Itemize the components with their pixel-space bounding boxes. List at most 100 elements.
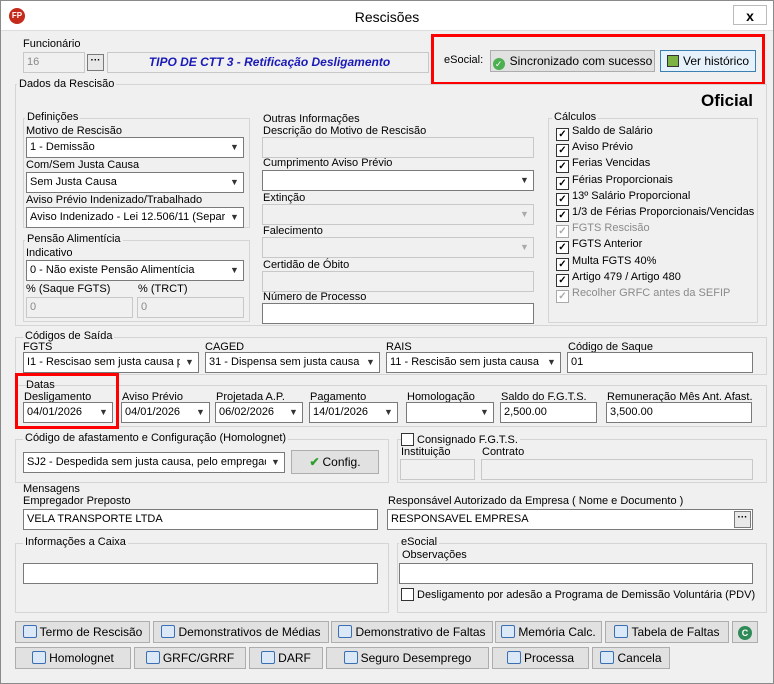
- refresh-button[interactable]: C: [732, 621, 758, 643]
- calculo-checkbox[interactable]: ✓ Férias Proporcionais: [556, 174, 673, 190]
- fgts-code-select[interactable]: I1 - Rescisao sem justa causa po ▼: [23, 352, 199, 373]
- processo-input[interactable]: [262, 303, 534, 324]
- caged-select[interactable]: 31 - Dispensa sem justa causa ▼: [205, 352, 380, 373]
- desligamento-value: 04/01/2026: [27, 406, 83, 418]
- instituicao-input[interactable]: [400, 459, 475, 480]
- chevron-down-icon: ▼: [271, 457, 280, 467]
- chevron-down-icon: ▼: [520, 209, 529, 219]
- refresh-icon: C: [738, 626, 752, 640]
- aviso-indenizado-select[interactable]: Aviso Indenizado - Lei 12.506/11 (Separ ▼: [26, 207, 244, 228]
- funcionario-lookup-button[interactable]: ···: [87, 54, 104, 71]
- saldo-fgts-input[interactable]: 2,500.00: [500, 402, 597, 423]
- extincao-select[interactable]: ▼: [262, 204, 534, 225]
- action-button[interactable]: Homolognet: [15, 647, 131, 669]
- funcionario-code-input[interactable]: 16: [23, 52, 85, 73]
- desligamento-date[interactable]: 04/01/2026 ▼: [23, 402, 113, 423]
- action-button[interactable]: Memória Calc.: [495, 621, 602, 643]
- chevron-down-icon: ▼: [547, 357, 556, 367]
- certidao-input[interactable]: [262, 271, 534, 292]
- action-button[interactable]: Demonstrativo de Faltas: [331, 621, 493, 643]
- consignado-checkbox-box[interactable]: [401, 433, 414, 446]
- pagamento-date[interactable]: 14/01/2026 ▼: [309, 402, 398, 423]
- esocial-sync-button[interactable]: ✓ Sincronizado com sucesso: [490, 50, 655, 72]
- checkbox-box[interactable]: ✓: [556, 273, 569, 287]
- pdv-checkbox[interactable]: Desligamento por adesão a Programa de De…: [401, 588, 755, 601]
- action-button[interactable]: Seguro Desemprego: [326, 647, 489, 669]
- checkbox-box[interactable]: ✓: [556, 144, 569, 158]
- responsavel-input[interactable]: RESPONSAVEL EMPRESA: [387, 509, 753, 530]
- action-button-label: Processa: [523, 651, 575, 665]
- justa-causa-value: Sem Justa Causa: [30, 176, 117, 188]
- config-button[interactable]: ✔ Config.: [291, 450, 379, 474]
- calculo-label: 13º Salário Proporcional: [572, 189, 691, 202]
- calculo-checkbox[interactable]: ✓ Recolher GRFC antes da SEFIP: [556, 287, 730, 303]
- motivo-select[interactable]: 1 - Demissão ▼: [26, 137, 244, 158]
- ver-historico-button[interactable]: Ver histórico: [660, 50, 756, 72]
- esocial-label: eSocial:: [444, 54, 484, 66]
- sync-button-label: Sincronizado com sucesso: [509, 54, 653, 68]
- aviso-indenizado-value: Aviso Indenizado - Lei 12.506/11 (Separ: [30, 211, 225, 223]
- afastamento-select[interactable]: SJ2 - Despedida sem justa causa, pelo em…: [23, 452, 285, 473]
- indicativo-select[interactable]: 0 - Não existe Pensão Alimentícia ▼: [26, 260, 244, 281]
- cumprimento-select[interactable]: ▼: [262, 170, 534, 191]
- pdv-checkbox-box[interactable]: [401, 588, 414, 601]
- checkbox-box[interactable]: ✓: [556, 257, 569, 271]
- preposto-input[interactable]: VELA TRANSPORTE LTDA: [23, 509, 378, 530]
- remuneracao-input[interactable]: 3,500.00: [606, 402, 752, 423]
- chevron-down-icon: ▼: [230, 212, 239, 222]
- funcionario-label: Funcionário: [23, 38, 81, 50]
- close-button[interactable]: x: [733, 5, 767, 25]
- save-icon: [32, 651, 47, 664]
- action-button-label: Tabela de Faltas: [631, 625, 720, 639]
- aviso-date[interactable]: 04/01/2026 ▼: [121, 402, 210, 423]
- calculo-checkbox[interactable]: ✓ Multa FGTS 40%: [556, 255, 656, 271]
- action-button[interactable]: DARF: [249, 647, 323, 669]
- calculo-checkbox[interactable]: ✓ Saldo de Salário: [556, 125, 653, 141]
- action-button[interactable]: Demonstrativos de Médias: [153, 621, 329, 643]
- trct-input[interactable]: 0: [137, 297, 244, 318]
- action-button[interactable]: Cancela: [592, 647, 670, 669]
- checkbox-box[interactable]: ✓: [556, 160, 569, 174]
- calculo-checkbox[interactable]: ✓ FGTS Anterior: [556, 238, 642, 255]
- projetada-date[interactable]: 06/02/2026 ▼: [215, 402, 303, 423]
- observacoes-input[interactable]: [399, 563, 753, 584]
- falecimento-select[interactable]: ▼: [262, 237, 534, 258]
- calculo-checkbox[interactable]: ✓ Ferias Vencidas: [556, 157, 650, 174]
- checkbox-box[interactable]: ✓: [556, 209, 569, 222]
- calculo-label: Férias Proporcionais: [572, 173, 673, 186]
- calculo-label: 1/3 de Férias Proporcionais/Vencidas: [572, 206, 755, 218]
- checkbox-box[interactable]: ✓: [556, 290, 569, 303]
- calculo-checkbox[interactable]: ✓ Artigo 479 / Artigo 480: [556, 271, 681, 287]
- action-button[interactable]: Processa: [492, 647, 589, 669]
- calculo-checkbox[interactable]: ✓ FGTS Rescisão: [556, 222, 650, 239]
- calculo-checkbox[interactable]: ✓ 13º Salário Proporcional: [556, 190, 690, 206]
- calculo-label: Aviso Prévio: [572, 141, 633, 154]
- consignado-checkbox[interactable]: Consignado F.G.T.S.: [401, 433, 520, 446]
- rais-select[interactable]: 11 - Rescisão sem justa causa p ▼: [386, 352, 561, 373]
- checkbox-box[interactable]: ✓: [556, 225, 569, 239]
- table-icon: [614, 625, 629, 638]
- action-button-label: Termo de Rescisão: [39, 625, 143, 639]
- codigo-saque-input[interactable]: 01: [567, 352, 753, 373]
- responsavel-lookup-button[interactable]: ···: [734, 511, 751, 528]
- action-button[interactable]: Tabela de Faltas: [605, 621, 729, 643]
- calculo-checkbox[interactable]: ✓ Aviso Prévio: [556, 141, 633, 158]
- checkbox-box[interactable]: ✓: [556, 241, 569, 255]
- homologacao-date[interactable]: ▼: [406, 402, 494, 423]
- calculo-label: Artigo 479 / Artigo 480: [572, 270, 681, 283]
- descricao-input[interactable]: [262, 137, 534, 158]
- checkbox-box[interactable]: ✓: [556, 192, 569, 206]
- cumprimento-label: Cumprimento Aviso Prévio: [263, 157, 393, 169]
- saque-fgts-input[interactable]: 0: [26, 297, 133, 318]
- action-button[interactable]: GRFC/GRRF: [134, 647, 246, 669]
- contrato-input[interactable]: [481, 459, 753, 480]
- funcionario-name: TIPO DE CTT 3 - Retificação Desligamento: [107, 52, 429, 73]
- calculo-checkbox[interactable]: ✓ 1/3 de Férias Proporcionais/Vencidas: [556, 206, 754, 222]
- aviso-indenizado-label: Aviso Prévio Indenizado/Trabalhado: [26, 194, 203, 206]
- save-icon: [145, 651, 160, 664]
- checkbox-box[interactable]: ✓: [556, 128, 569, 141]
- caixa-input[interactable]: [23, 563, 378, 584]
- justa-causa-select[interactable]: Sem Justa Causa ▼: [26, 172, 244, 193]
- checkbox-box[interactable]: ✓: [556, 176, 569, 190]
- action-button[interactable]: Termo de Rescisão: [15, 621, 150, 643]
